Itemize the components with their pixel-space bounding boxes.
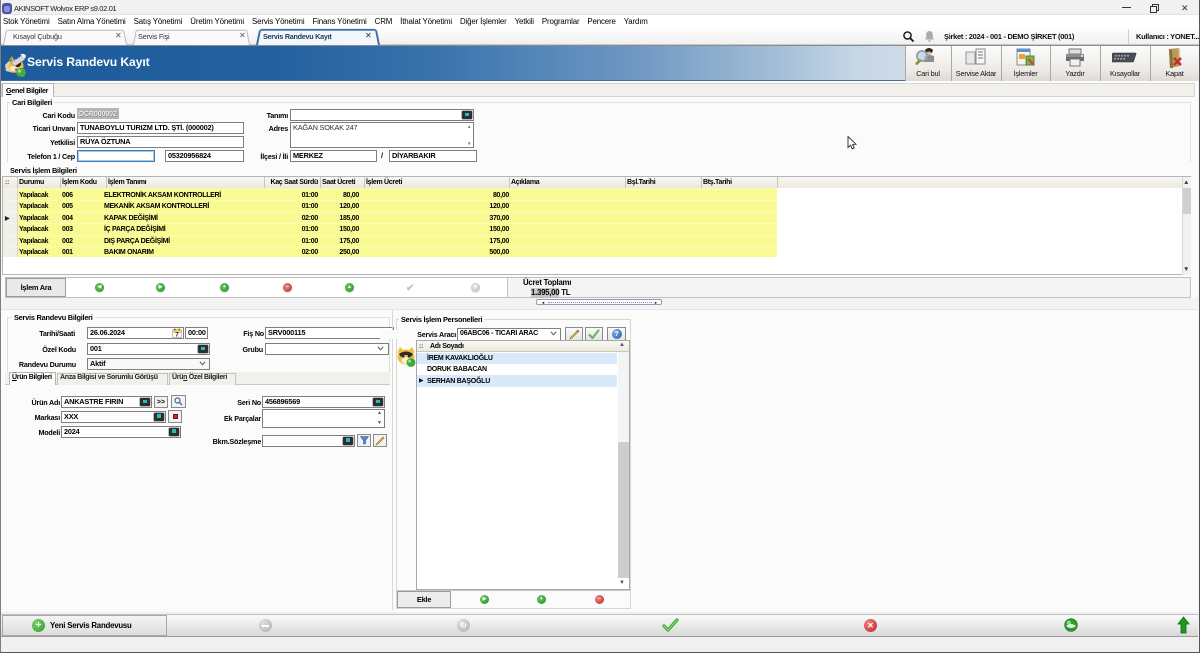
- svg-text:7: 7: [175, 332, 179, 338]
